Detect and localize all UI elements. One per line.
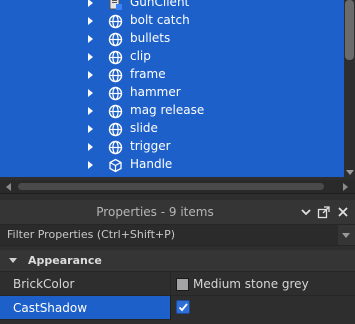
property-row-castshadow[interactable]: CastShadow (0, 296, 355, 320)
property-value-cell (171, 296, 355, 320)
tree-item-bolt-catch[interactable]: bolt catch (0, 12, 344, 30)
scroll-right-icon[interactable] (343, 183, 348, 191)
tree-item-bullets[interactable]: bullets (0, 30, 344, 48)
close-icon[interactable] (336, 205, 350, 219)
tree-item-label: bolt catch (130, 13, 190, 27)
expand-arrow-icon[interactable] (88, 161, 93, 169)
tree-item-slide[interactable]: slide (0, 120, 344, 138)
tree-item-label: Handle (130, 157, 173, 171)
filter-properties-input[interactable]: Filter Properties (Ctrl+Shift+P) (0, 225, 338, 245)
tree-item-frame[interactable]: frame (0, 66, 344, 84)
panel-divider[interactable] (0, 193, 355, 200)
checkmark-icon (178, 303, 188, 312)
tree-item-trigger[interactable]: trigger (0, 138, 344, 156)
tree-item-label: frame (130, 67, 166, 81)
collapse-caret-icon[interactable] (9, 258, 17, 263)
tree-item-hammer[interactable]: hammer (0, 84, 344, 102)
mesh-part-icon (108, 104, 123, 119)
tree-item-label: clip (130, 49, 151, 63)
explorer-panel: GunClient bolt catch bullets clip frame … (0, 0, 355, 193)
property-name: BrickColor (13, 277, 75, 291)
expand-arrow-icon[interactable] (88, 17, 93, 25)
column-separator (170, 272, 171, 296)
explorer-tree: GunClient bolt catch bullets clip frame … (0, 0, 344, 177)
color-swatch[interactable] (176, 278, 189, 291)
expand-arrow-icon[interactable] (88, 143, 93, 151)
tree-item-label: GunClient (130, 0, 190, 9)
mesh-part-icon (108, 68, 123, 83)
vertical-scrollbar[interactable] (344, 0, 355, 180)
part-icon (108, 158, 123, 173)
tree-item-label: bullets (130, 31, 171, 45)
filter-placeholder: Filter Properties (Ctrl+Shift+P) (7, 228, 176, 241)
castshadow-checkbox[interactable] (176, 300, 190, 314)
mesh-part-icon (108, 14, 123, 29)
tree-item-handle[interactable]: Handle (0, 156, 344, 174)
mesh-part-icon (108, 86, 123, 101)
property-name: CastShadow (13, 301, 88, 315)
horizontal-scrollbar[interactable] (0, 180, 355, 193)
expand-arrow-icon[interactable] (88, 35, 93, 43)
properties-title-bar: Properties - 9 items (0, 200, 355, 224)
property-row-brickcolor[interactable]: BrickColor Medium stone grey (0, 272, 355, 296)
mesh-part-icon (108, 32, 123, 47)
mesh-part-icon (108, 50, 123, 65)
tree-item-label: mag release (130, 103, 205, 117)
expand-arrow-icon[interactable] (88, 125, 93, 133)
horizontal-scrollbar-thumb[interactable] (18, 183, 324, 190)
filter-properties-field[interactable]: Filter Properties (Ctrl+Shift+P) (0, 224, 355, 246)
vertical-scrollbar-thumb[interactable] (345, 0, 354, 60)
dock-options-icon[interactable] (299, 205, 313, 219)
scroll-left-icon[interactable] (6, 183, 11, 191)
script-icon (108, 0, 123, 11)
properties-title: Properties - 9 items (96, 205, 214, 219)
tree-item-gunclient[interactable]: GunClient (0, 0, 344, 12)
mesh-part-icon (108, 122, 123, 137)
expand-arrow-icon[interactable] (88, 107, 93, 115)
tree-item-mag-release[interactable]: mag release (0, 102, 344, 120)
expand-arrow-icon[interactable] (88, 89, 93, 97)
expand-arrow-icon[interactable] (88, 53, 93, 61)
undock-icon[interactable] (317, 205, 331, 219)
tree-item-label: trigger (130, 139, 171, 153)
tree-item-label: slide (130, 121, 158, 135)
section-label: Appearance (28, 254, 102, 267)
expand-arrow-icon[interactable] (88, 0, 93, 7)
filter-dropdown-icon[interactable] (342, 233, 350, 238)
scroll-down-icon[interactable] (346, 170, 354, 175)
tree-item-label: hammer (130, 85, 181, 99)
property-value[interactable]: Medium stone grey (193, 277, 309, 291)
expand-arrow-icon[interactable] (88, 71, 93, 79)
mesh-part-icon (108, 140, 123, 155)
section-appearance[interactable]: Appearance (0, 250, 355, 272)
tree-item-clip[interactable]: clip (0, 48, 344, 66)
